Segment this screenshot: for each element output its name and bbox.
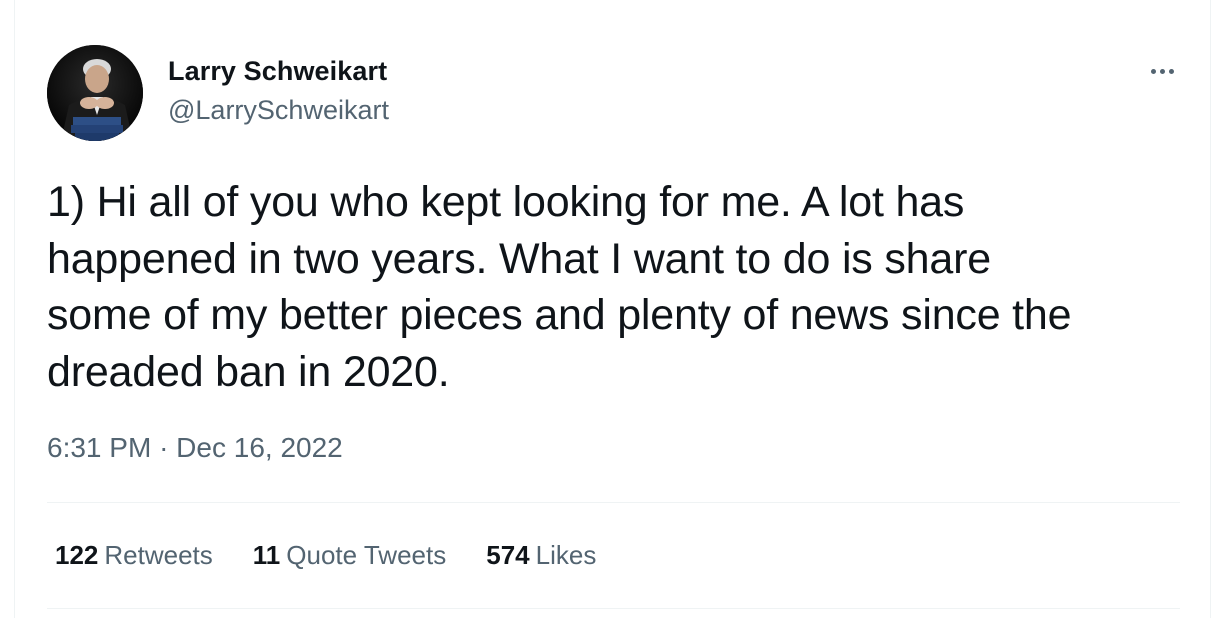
- retweets-label: Retweets: [104, 540, 213, 570]
- quote-tweets-count: 11: [252, 540, 281, 570]
- likes-count: 574: [486, 540, 530, 570]
- timestamp-separator: ·: [159, 432, 177, 463]
- avatar-image: [47, 45, 143, 141]
- tweet-stats: 122 Retweets 11 Quote Tweets 574 Likes: [55, 540, 596, 571]
- author-name[interactable]: Larry Schweikart: [168, 56, 387, 87]
- more-horizontal-icon-dot: [1159, 68, 1165, 74]
- tweet-timestamp: 6:31 PM · Dec 16, 2022: [47, 432, 343, 464]
- tweet-text: 1) Hi all of you who kept looking for me…: [47, 178, 1072, 396]
- retweets-stat[interactable]: 122 Retweets: [55, 540, 213, 571]
- more-horizontal-icon: [1150, 68, 1156, 74]
- more-horizontal-icon-dot: [1168, 68, 1174, 74]
- divider-top: [47, 502, 1180, 503]
- quote-tweets-stat[interactable]: 11 Quote Tweets: [253, 540, 446, 571]
- avatar[interactable]: [47, 45, 143, 141]
- tweet-card: Larry Schweikart @LarrySchweikart 1) Hi …: [14, 0, 1211, 618]
- likes-label: Likes: [535, 540, 597, 570]
- tweet-screenshot: Larry Schweikart @LarrySchweikart 1) Hi …: [0, 0, 1226, 618]
- more-options-button[interactable]: [1145, 56, 1179, 86]
- quote-tweets-label: Quote Tweets: [286, 540, 447, 570]
- tweet-time-link[interactable]: 6:31 PM: [47, 432, 151, 463]
- tweet-date-link[interactable]: Dec 16, 2022: [176, 432, 343, 463]
- author-handle[interactable]: @LarrySchweikart: [168, 95, 389, 126]
- likes-stat[interactable]: 574 Likes: [486, 540, 596, 571]
- retweets-count: 122: [55, 540, 99, 570]
- divider-bottom: [47, 608, 1180, 609]
